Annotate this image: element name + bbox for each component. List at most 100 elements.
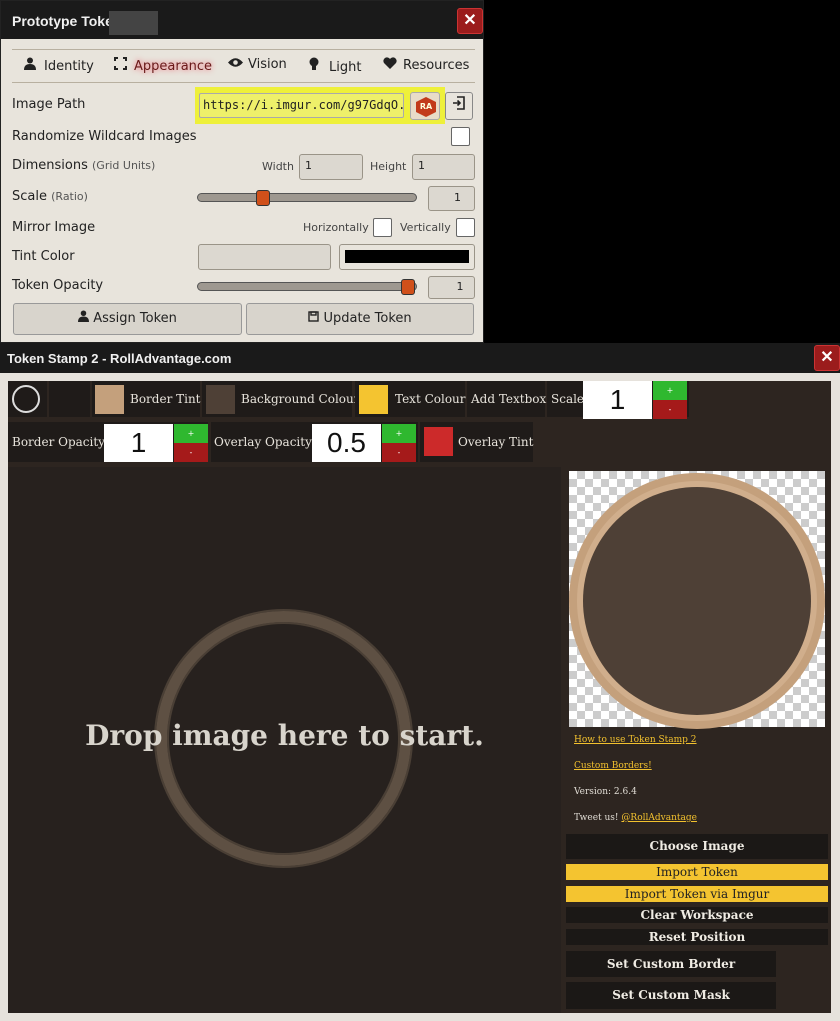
heart-icon — [383, 57, 399, 73]
overlay-tint-label: Overlay Tint — [458, 435, 534, 449]
stamp-title-bar[interactable]: Token Stamp 2 - RollAdvantage.com ✕ — [0, 343, 840, 373]
opacity-slider-handle[interactable] — [401, 279, 415, 295]
file-picker-button[interactable] — [445, 92, 473, 120]
circle-shape-button[interactable] — [8, 381, 47, 417]
circle-icon — [12, 385, 40, 413]
file-import-icon — [452, 96, 466, 114]
width-label: Width — [262, 160, 294, 173]
stamp-workspace: Border Tint Background Colour Text Colou… — [8, 381, 831, 1013]
close-button[interactable]: ✕ — [457, 8, 483, 34]
lightbulb-icon — [309, 57, 325, 75]
overlay-opacity-label: Overlay Opacity: — [214, 435, 316, 449]
custom-borders-link[interactable]: Custom Borders! — [574, 761, 652, 771]
width-input[interactable]: 1 — [299, 154, 363, 180]
scale-slider-track[interactable] — [197, 193, 417, 202]
update-token-label: Update Token — [323, 311, 412, 326]
user-icon — [78, 310, 93, 326]
how-to-link[interactable]: How to use Token Stamp 2 — [574, 735, 697, 745]
tab-label: Light — [329, 60, 362, 75]
overlay-tint-swatch — [424, 427, 453, 456]
image-path-label: Image Path — [12, 97, 86, 112]
tweet-line: Tweet us! @RollAdvantage — [574, 813, 697, 823]
opacity-slider-track[interactable] — [197, 282, 417, 291]
height-label: Height — [370, 160, 407, 173]
height-input[interactable]: 1 — [412, 154, 475, 180]
version-text: Version: 2.6.4 — [574, 787, 637, 797]
window-title: Token Stamp 2 - RollAdvantage.com — [7, 351, 232, 366]
background-colour-label: Background Colour — [241, 392, 360, 406]
tint-color-picker[interactable] — [339, 244, 475, 270]
tab-label: Appearance — [134, 59, 213, 74]
image-drop-zone[interactable]: Drop image here to start. — [8, 467, 561, 1013]
dimensions-unit: (Grid Units) — [92, 159, 156, 172]
border-opacity-control: Border Opacity: 1 + - — [8, 422, 208, 462]
text-colour-button[interactable]: Text Colour — [355, 381, 466, 417]
update-token-button[interactable]: Update Token — [246, 303, 474, 335]
eye-icon — [228, 57, 244, 72]
horizontally-label: Horizontally — [303, 221, 369, 234]
border-tint-label: Border Tint — [130, 392, 201, 406]
overlay-tint-button[interactable]: Overlay Tint — [420, 422, 533, 462]
tab-light[interactable]: Light — [309, 57, 361, 75]
border-tint-button[interactable]: Border Tint — [92, 381, 201, 417]
tab-appearance[interactable]: Appearance — [114, 57, 212, 74]
stamp-frame: Border Tint Background Colour Text Colou… — [0, 373, 840, 1021]
tab-label: Vision — [248, 57, 287, 72]
expand-icon — [114, 57, 130, 74]
tab-resources[interactable]: Resources — [383, 57, 469, 73]
background-colour-button[interactable]: Background Colour — [202, 381, 360, 417]
vertically-label: Vertically — [400, 221, 451, 234]
preview-token-background — [583, 487, 811, 715]
square-shape-button[interactable] — [49, 381, 90, 417]
dimensions-text: Dimensions — [12, 158, 88, 173]
image-path-input[interactable]: https://i.imgur.com/g97GdqO.png — [199, 93, 404, 118]
scale-increase-button[interactable]: + — [653, 381, 687, 400]
reset-position-button[interactable]: Reset Position — [566, 929, 828, 945]
mirror-horizontal-checkbox[interactable] — [373, 218, 392, 237]
tab-identity[interactable]: Identity — [24, 57, 94, 74]
scale-slider-handle[interactable] — [256, 190, 270, 206]
import-token-imgur-button[interactable]: Import Token via Imgur — [566, 886, 828, 902]
clear-workspace-button[interactable]: Clear Workspace — [566, 907, 828, 923]
add-textbox-button[interactable]: Add Textbox — [467, 381, 546, 417]
mirror-vertical-checkbox[interactable] — [456, 218, 475, 237]
text-colour-swatch — [359, 385, 388, 414]
import-token-button[interactable]: Import Token — [566, 864, 828, 880]
scale-label: Scale (Ratio) — [12, 189, 88, 204]
token-stamp-window: Token Stamp 2 - RollAdvantage.com ✕ Bord… — [0, 343, 840, 1021]
border-opacity-input[interactable]: 1 — [104, 424, 173, 462]
preview-token-rim — [577, 481, 817, 721]
redacted-name — [109, 11, 158, 35]
randomize-checkbox[interactable] — [451, 127, 470, 146]
scale-value-input[interactable]: 1 — [583, 381, 652, 419]
tint-color-input[interactable] — [198, 244, 331, 270]
prototype-title-bar[interactable]: Prototype Token: ✕ — [1, 1, 483, 39]
tint-color-label: Tint Color — [12, 249, 75, 264]
border-tint-swatch — [95, 385, 124, 414]
user-icon — [24, 57, 40, 74]
scale-value-input[interactable]: 1 — [428, 186, 475, 211]
preview-token-border — [569, 473, 825, 729]
set-custom-border-button[interactable]: Set Custom Border — [566, 951, 776, 977]
twitter-handle-link[interactable]: @RollAdvantage — [621, 813, 697, 823]
token-opacity-label: Token Opacity — [12, 278, 104, 293]
drop-image-prompt: Drop image here to start. — [85, 719, 484, 752]
opacity-value-input[interactable]: 1 — [428, 276, 475, 299]
border-opacity-decrease-button[interactable]: - — [174, 443, 208, 462]
background-colour-swatch — [206, 385, 235, 414]
overlay-opacity-input[interactable]: 0.5 — [312, 424, 381, 462]
border-opacity-label: Border Opacity: — [12, 435, 109, 449]
close-button[interactable]: ✕ — [814, 345, 840, 371]
set-custom-mask-button[interactable]: Set Custom Mask — [566, 982, 776, 1009]
scale-label: Scale — [551, 392, 585, 406]
rolladvantage-button[interactable]: RA — [410, 92, 440, 120]
scale-decrease-button[interactable]: - — [653, 400, 687, 419]
save-icon — [308, 311, 323, 326]
overlay-opacity-decrease-button[interactable]: - — [382, 443, 416, 462]
tweet-prefix: Tweet us! — [574, 813, 622, 823]
choose-image-button[interactable]: Choose Image — [566, 834, 828, 859]
border-opacity-increase-button[interactable]: + — [174, 424, 208, 443]
assign-token-button[interactable]: Assign Token — [13, 303, 242, 335]
overlay-opacity-increase-button[interactable]: + — [382, 424, 416, 443]
tab-vision[interactable]: Vision — [228, 57, 287, 72]
